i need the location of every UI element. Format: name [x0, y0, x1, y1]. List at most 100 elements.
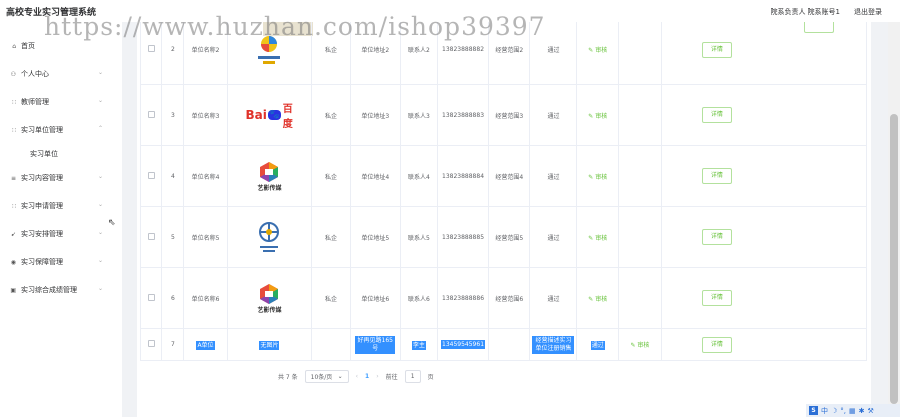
row-checkbox[interactable]	[147, 293, 155, 301]
unit-name: A单位	[196, 341, 215, 350]
prev-page-icon[interactable]: ‹	[356, 373, 358, 380]
send-icon: ➹	[10, 230, 16, 238]
unit-phone: 13459545961	[441, 340, 486, 349]
unit-logo-image	[247, 31, 291, 69]
tools-icon[interactable]: ⚒	[868, 407, 874, 415]
unit-scope: 经营范围2	[488, 22, 531, 85]
unit-nature: 私企	[311, 145, 351, 207]
next-page-icon[interactable]: ›	[376, 373, 378, 380]
audit-link[interactable]: ✎ 审核	[588, 235, 607, 242]
sidebar-item-apply[interactable]: ∷ 实习申请管理 ⌄	[0, 196, 122, 216]
unit-contact: 联系人4	[400, 145, 438, 207]
row-checkbox[interactable]	[147, 232, 155, 240]
audit-link[interactable]: ✎ 审核	[588, 113, 607, 120]
sidebar-item-arrange[interactable]: ➹ 实习安排管理 ⌄	[0, 224, 122, 244]
chevron-down-icon: ⌄	[337, 373, 343, 380]
row-index: 6	[161, 267, 185, 329]
sidebar-subitem-units[interactable]: 实习单位	[30, 149, 58, 159]
sidebar-item-content[interactable]: ≡ 实习内容管理 ⌄	[0, 168, 122, 188]
unit-nature: 私企	[311, 267, 351, 329]
audit-link[interactable]: ✎ 审核	[588, 174, 607, 181]
audit-link[interactable]: ✎ 审核	[588, 47, 607, 54]
unit-phone: 13823888886	[436, 267, 490, 329]
detail-button[interactable]: 详情	[701, 107, 732, 123]
total-count: 共 7 条	[278, 374, 298, 381]
chevron-up-icon: ⌃	[97, 125, 103, 132]
sidebar-item-label: 实习保障管理	[21, 258, 63, 266]
unit-name: 单位名称3	[183, 84, 228, 146]
punctuation-icon[interactable]: °,	[840, 407, 846, 415]
unit-address: 单位地址2	[349, 22, 402, 85]
sidebar-item-label: 实习安排管理	[21, 230, 63, 238]
sidebar-item-home[interactable]: ⌂ 首页	[0, 36, 122, 56]
unit-nature	[311, 328, 351, 361]
unit-nature: 私企	[311, 84, 351, 146]
unit-contact: 联系人3	[400, 84, 438, 146]
page-number-current[interactable]: 1	[365, 373, 369, 380]
audit-status: 通过	[529, 22, 578, 85]
detail-button[interactable]: 详情	[701, 290, 732, 306]
scrollbar-thumb[interactable]	[890, 114, 898, 404]
goto-page-input[interactable]: 1	[404, 370, 421, 383]
pagination: 共 7 条 10条/页 ⌄ ‹ 1 › 前往 1 页	[278, 370, 434, 383]
sidebar-item-guarantee[interactable]: ◉ 实习保障管理 ⌄	[0, 252, 122, 272]
unit-name: 单位名称2	[183, 22, 228, 85]
tray-icon[interactable]: 中	[821, 406, 828, 416]
sidebar-item-label: 教师管理	[21, 98, 49, 106]
logout-link[interactable]: 退出登录	[854, 7, 882, 17]
unit-phone: 13823888884	[436, 145, 490, 207]
unit-logo-image: 艺影传媒	[247, 279, 291, 317]
unit-logo-image	[247, 218, 291, 256]
sidebar-item-teachers[interactable]: ∷ 教师管理 ⌄	[0, 92, 122, 112]
shield-icon: ◉	[10, 258, 16, 266]
audit-link[interactable]: ✎ 审核	[630, 342, 649, 349]
unit-phone: 13823888885	[436, 206, 490, 268]
input-method-icon[interactable]: S	[809, 406, 818, 415]
sidebar-item-profile[interactable]: ⚇ 个人中心 ⌄	[0, 64, 122, 84]
goto-label: 前往	[385, 374, 398, 381]
unit-logo-image: Bai 🐾 百度	[245, 104, 293, 130]
row-checkbox[interactable]	[147, 45, 155, 52]
sidebar-item-scores[interactable]: ▣ 实习综合成绩管理 ⌄	[0, 280, 122, 300]
detail-button[interactable]: 详情	[701, 229, 732, 245]
unit-address: 单位地址6	[349, 267, 402, 329]
table-row: 6 单位名称6 艺影传媒 私企 单位地址6 联系人6 13823888886 经…	[139, 267, 868, 329]
sidebar: ⌂ 首页 ⚇ 个人中心 ⌄ ∷ 教师管理 ⌄ ∷ 实习单位管理 ⌃ 实习单位 ≡…	[0, 22, 122, 417]
keyboard-icon[interactable]: ▦	[849, 407, 856, 415]
sidebar-item-label: 首页	[21, 42, 35, 50]
grid-icon: ∷	[12, 98, 16, 106]
unit-name: 单位名称4	[183, 145, 228, 207]
detail-button[interactable]: 详情	[701, 336, 732, 353]
audit-status: 通过	[590, 341, 605, 350]
unit-address: 单位地址3	[349, 84, 402, 146]
unit-scope: 经营描述实习单位注册销售	[532, 335, 575, 354]
row-checkbox[interactable]	[147, 110, 155, 118]
unit-contact: 联系人6	[400, 267, 438, 329]
row-index: 5	[161, 206, 185, 268]
row-checkbox[interactable]	[147, 171, 155, 179]
vertical-scrollbar[interactable]	[888, 22, 900, 417]
unit-name: 单位名称5	[183, 206, 228, 268]
row-index: 4	[161, 145, 185, 207]
audit-link[interactable]: ✎ 审核	[588, 296, 607, 303]
user-role: 院系负责人	[770, 8, 806, 16]
page-size-select[interactable]: 10条/页 ⌄	[304, 370, 349, 383]
detail-button[interactable]: 详情	[701, 168, 732, 184]
sidebar-item-label: 实习内容管理	[21, 174, 63, 182]
sidebar-item-units[interactable]: ∷ 实习单位管理 ⌃	[0, 120, 122, 140]
chevron-down-icon: ⌄	[97, 285, 103, 292]
units-table: 2 单位名称2 私企 单位地址2 联系人2 13823888882 经营范围2 …	[139, 22, 868, 361]
detail-button[interactable]: 详情	[701, 41, 732, 58]
settings-icon[interactable]: ✱	[859, 407, 865, 415]
chevron-down-icon: ⌄	[97, 201, 103, 208]
folder-icon: ▣	[10, 286, 16, 294]
list-icon: ≡	[10, 174, 16, 182]
row-checkbox[interactable]	[147, 340, 155, 347]
unit-nature: 私企	[311, 22, 351, 85]
moon-icon[interactable]: ☽	[831, 407, 837, 415]
unit-contact: 李主	[411, 341, 426, 350]
unit-address: 单位地址4	[349, 145, 402, 207]
row-index: 7	[161, 328, 185, 361]
system-title: 高校专业实习管理系统	[6, 8, 97, 18]
unit-scope: 经营范围5	[488, 206, 531, 268]
